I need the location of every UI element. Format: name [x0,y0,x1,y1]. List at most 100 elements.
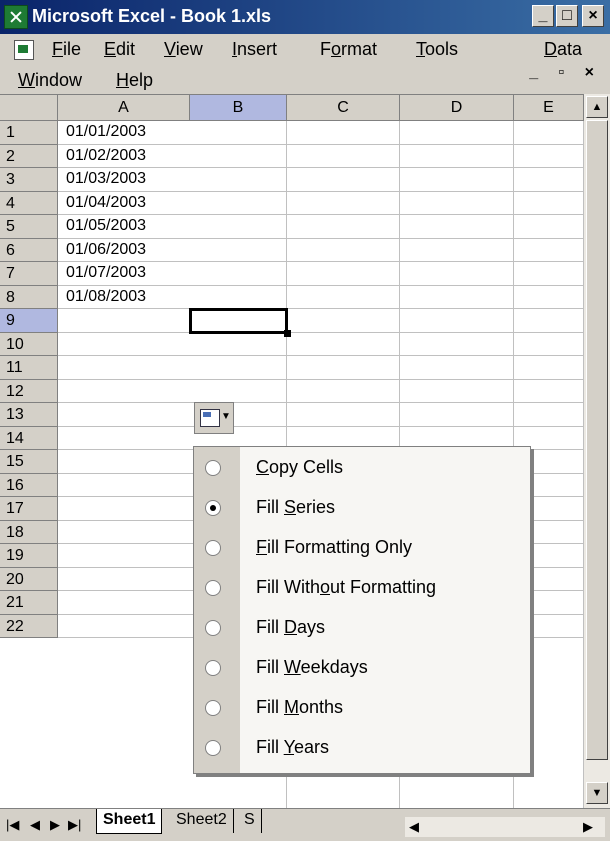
restore-icon: □ [562,7,572,24]
autofill-option-fill-without-formatting[interactable]: Fill Without Formatting [194,569,530,609]
column-header-d[interactable]: D [400,95,514,121]
autofill-option-label: Fill Weekdays [256,657,368,677]
workbook-icon[interactable] [14,40,34,60]
title-bar: Microsoft Excel - Book 1.xls _ □ × [0,0,610,34]
sheet-tab-sheet1[interactable]: Sheet1 [96,809,163,834]
row-header-10[interactable]: 10 [0,332,58,356]
row-header-20[interactable]: 20 [0,567,58,591]
radio-icon[interactable] [205,500,221,516]
autofill-option-fill-series[interactable]: Fill Series [194,489,530,529]
autofill-options-menu: Copy Cells Fill Series Fill Formatting Onl… [193,446,531,774]
row-header-13[interactable]: 13 [0,403,58,427]
row-header-2[interactable]: 2 [0,144,58,168]
minimize-button[interactable]: _ [532,5,554,27]
scroll-thumb[interactable] [586,120,608,760]
column-header-b[interactable]: B [190,95,287,121]
restore-button[interactable]: □ [556,5,578,27]
row-header-14[interactable]: 14 [0,426,58,450]
next-sheet-icon[interactable]: ▶ [50,817,60,833]
sheet-tab-sheet3[interactable]: S [238,809,262,833]
cell-a1[interactable]: 01/01/2003 [66,123,146,141]
fill-handle[interactable] [284,329,291,337]
radio-icon[interactable] [205,700,221,716]
row-header-21[interactable]: 21 [0,591,58,615]
select-all-corner[interactable] [0,95,58,121]
menu-edit[interactable]: Edit [104,39,135,60]
gridline [58,261,584,262]
last-sheet-icon[interactable]: ▶| [68,817,81,833]
menu-view[interactable]: View [164,39,203,60]
menu-insert[interactable]: Insert [232,39,277,60]
cell-a4[interactable]: 01/04/2003 [66,194,146,212]
row-header-6[interactable]: 6 [0,238,58,262]
scroll-up-button[interactable]: ▲ [586,96,608,118]
gridline [58,308,584,309]
radio-icon[interactable] [205,740,221,756]
scroll-down-button[interactable]: ▼ [586,782,608,804]
close-button[interactable]: × [582,5,604,27]
cell-a6[interactable]: 01/06/2003 [66,241,146,259]
gridline [58,425,584,427]
row-header-7[interactable]: 7 [0,262,58,286]
autofill-options-button[interactable]: ▼ [194,402,234,434]
document-window-controls[interactable]: _ ▫ × [529,64,602,82]
row-header-1[interactable]: 1 [0,121,58,145]
sheet-tab-bar: |◀ ◀ ▶ ▶| Sheet1 Sheet2 S ◀ ▶ [0,808,610,841]
menu-help[interactable]: Help [116,70,153,91]
row-header-16[interactable]: 16 [0,473,58,497]
first-sheet-icon[interactable]: |◀ [6,817,19,833]
autofill-option-fill-years[interactable]: Fill Years [194,729,530,769]
scroll-right-icon[interactable]: ▶ [583,819,593,835]
menu-data[interactable]: Data [544,39,582,60]
prev-sheet-icon[interactable]: ◀ [30,817,40,833]
autofill-option-label: Copy Cells [256,457,344,477]
gridline [58,143,584,145]
gridline [58,167,584,168]
gridline [58,190,584,192]
horizontal-scrollbar[interactable]: ◀ ▶ [405,817,605,837]
cell-a3[interactable]: 01/03/2003 [66,170,146,188]
vertical-scrollbar[interactable]: ▲ ▼ [584,94,610,808]
row-header-18[interactable]: 18 [0,520,58,544]
row-header-19[interactable]: 19 [0,544,58,568]
autofill-options-icon [200,409,220,427]
radio-icon[interactable] [205,620,221,636]
scroll-left-icon[interactable]: ◀ [409,819,419,835]
row-header-3[interactable]: 3 [0,168,58,192]
row-header-11[interactable]: 11 [0,356,58,380]
gridline [58,378,584,380]
active-cell-b9[interactable] [189,308,288,334]
row-header-9[interactable]: 9 [0,309,58,333]
cell-a5[interactable]: 01/05/2003 [66,217,146,235]
radio-icon[interactable] [205,580,221,596]
autofill-option-copy-cells[interactable]: Copy Cells [194,449,530,489]
row-header-12[interactable]: 12 [0,379,58,403]
radio-icon[interactable] [205,460,221,476]
cell-a7[interactable]: 01/07/2003 [66,264,146,282]
sheet-tab-sheet2[interactable]: Sheet2 [170,809,234,833]
cell-a8[interactable]: 01/08/2003 [66,288,146,306]
column-header-a[interactable]: A [58,95,190,121]
row-header-15[interactable]: 15 [0,450,58,474]
menu-window[interactable]: Window [18,70,82,91]
autofill-option-fill-days[interactable]: Fill Days [194,609,530,649]
autofill-option-fill-weekdays[interactable]: Fill Weekdays [194,649,530,689]
column-header-c[interactable]: C [287,95,400,121]
autofill-option-fill-months[interactable]: Fill Months [194,689,530,729]
autofill-option-fill-formatting-only[interactable]: Fill Formatting Only [194,529,530,569]
cell-a2[interactable]: 01/02/2003 [66,147,146,165]
excel-app-icon[interactable] [4,5,28,29]
row-header-4[interactable]: 4 [0,191,58,215]
menu-file[interactable]: File [52,39,81,60]
row-header-22[interactable]: 22 [0,614,58,638]
radio-icon[interactable] [205,540,221,556]
radio-icon[interactable] [205,660,221,676]
row-header-5[interactable]: 5 [0,215,58,239]
gridline [58,355,584,356]
menu-tools[interactable]: Tools [416,39,458,60]
menu-format[interactable]: Format [320,39,377,60]
row-header-8[interactable]: 8 [0,285,58,309]
gridline [58,284,584,286]
column-header-e[interactable]: E [514,95,584,121]
row-header-17[interactable]: 17 [0,497,58,521]
